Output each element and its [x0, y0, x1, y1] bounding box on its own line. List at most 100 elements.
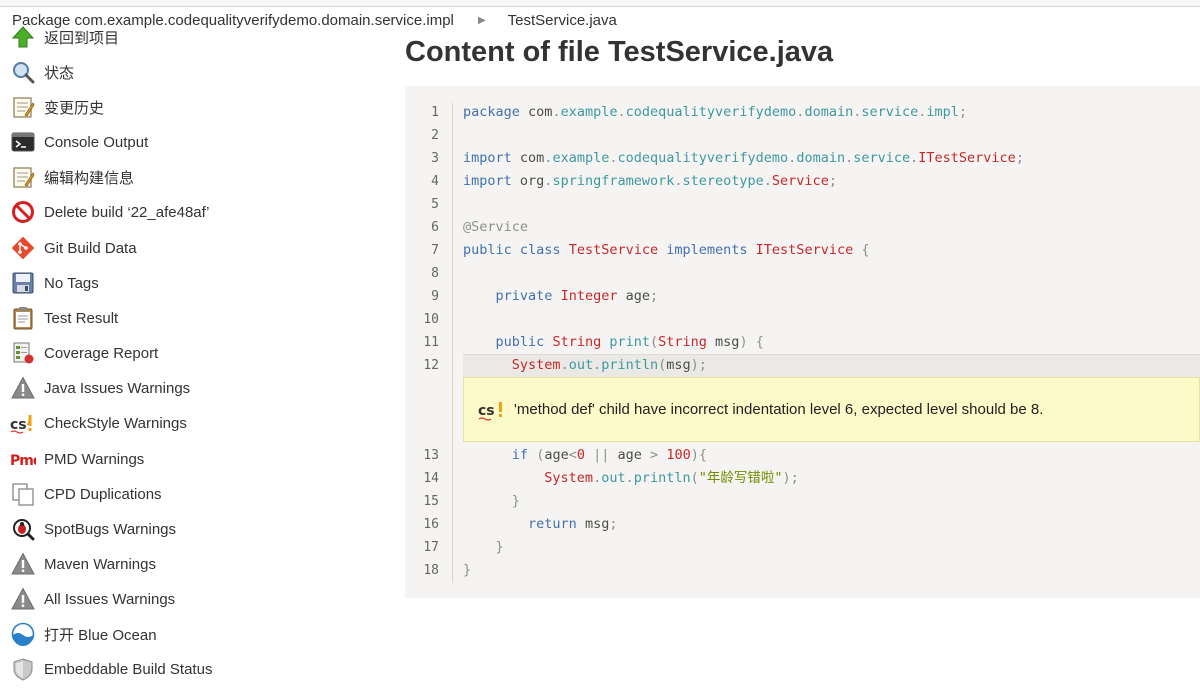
spotbugs-icon [10, 516, 36, 542]
sidebar-item-git-build-data[interactable]: Git Build Data [10, 233, 137, 263]
sidebar-item-pmd-warnings[interactable]: Pmd PMD Warnings [10, 444, 144, 474]
code-line: 10 [405, 308, 1200, 331]
shield-icon [10, 656, 36, 682]
sidebar-item-label: SpotBugs Warnings [44, 520, 177, 538]
sidebar-item-spotbugs-warnings[interactable]: SpotBugs Warnings [10, 514, 176, 544]
line-number: 9 [431, 289, 439, 304]
code-line: 3 import com.example.codequalityverifydem… [405, 147, 1200, 170]
sidebar-item-label: 打开 Blue Ocean [44, 626, 157, 644]
sidebar-item-label: Embeddable Build Status [44, 660, 213, 678]
line-number: 2 [431, 128, 439, 143]
code-line: 2 [405, 124, 1200, 147]
code-line: 7 public class TestService implements ITe… [405, 239, 1200, 262]
sidebar-item-label: Coverage Report [44, 344, 159, 362]
line-number: 6 [431, 220, 439, 235]
code-text: import org.springframework.stereotype.Se… [463, 173, 837, 189]
code-line: 14 System.out.println("年龄写错啦"); [405, 467, 1200, 490]
sidebar-item-embeddable-build-status[interactable]: Embeddable Build Status [10, 654, 212, 684]
up-arrow-icon [10, 24, 36, 50]
code-line: 18} [405, 559, 1200, 582]
code-text: public String print(String msg) { [495, 334, 764, 350]
code-line: 12 System.out.println(msg); [405, 354, 1200, 377]
sidebar-item-label: CPD Duplications [44, 485, 162, 503]
no-entry-icon [10, 199, 36, 225]
code-line: 1 package com.example.codequalityverifyde… [405, 101, 1200, 124]
page-title: Content of file TestService.java [405, 36, 834, 68]
sidebar-item-label: Delete build ‘22_afe48af’ [44, 203, 210, 221]
sidebar-item-test-result[interactable]: Test Result [10, 303, 118, 333]
line-number: 15 [423, 494, 439, 509]
code-line: 8 [405, 262, 1200, 285]
sidebar-item-java-issues-warnings[interactable]: Java Issues Warnings [10, 373, 190, 403]
code-text: @Service [463, 219, 529, 235]
line-number: 4 [431, 174, 439, 189]
sidebar-item-back-to-project[interactable]: 返回到项目 [10, 22, 119, 52]
breadcrumb-file[interactable]: TestService.java [508, 12, 617, 29]
line-number: 10 [423, 312, 439, 327]
warning-icon [10, 551, 36, 577]
sidebar-item-open-blue-ocean[interactable]: 打开 Blue Ocean [10, 619, 157, 649]
code-text: private Integer age; [495, 288, 659, 304]
sidebar-item-label: 变更历史 [44, 99, 105, 117]
pmd-icon: Pmd [10, 446, 36, 472]
code-text: System.out.println(msg); [511, 357, 707, 373]
sidebar-item-label: All Issues Warnings [44, 590, 176, 608]
sidebar-item-coverage-report[interactable]: Coverage Report [10, 338, 158, 368]
line-number: 16 [423, 517, 439, 532]
terminal-icon [10, 129, 36, 155]
sidebar-item-label: Test Result [44, 309, 119, 327]
code-text: public class TestService implements ITes… [463, 242, 870, 258]
coverage-icon [10, 340, 36, 366]
sidebar-item-label: Console Output [44, 133, 149, 151]
sidebar-item-changes[interactable]: 变更历史 [10, 92, 104, 122]
sidebar-item-label: 状态 [44, 64, 75, 82]
code-line: 11 public String print(String msg) { [405, 331, 1200, 354]
checkstyle-icon: cs [10, 410, 36, 436]
code-text: package com.example.codequalityverifydem… [463, 104, 968, 120]
line-number: 5 [431, 197, 439, 212]
sidebar-item-label: CheckStyle Warnings [44, 414, 187, 432]
code-text: } [495, 539, 504, 555]
line-number: 18 [423, 563, 439, 578]
svg-text:cs: cs [10, 417, 27, 433]
code-text: System.out.println("年龄写错啦"); [544, 470, 799, 486]
sidebar-item-label: Maven Warnings [44, 555, 156, 573]
clipboard-icon [10, 305, 36, 331]
svg-text:Pmd: Pmd [10, 453, 36, 469]
line-number: 3 [431, 151, 439, 166]
notepad-icon [10, 94, 36, 120]
code-text: } [511, 493, 520, 509]
sidebar-item-label: No Tags [44, 274, 99, 292]
sidebar-item-no-tags[interactable]: No Tags [10, 268, 99, 298]
sidebar-item-label: Java Issues Warnings [44, 379, 191, 397]
code-line: 6 @Service [405, 216, 1200, 239]
code-text: import com.example.codequalityverifydemo… [463, 150, 1024, 166]
line-number: 8 [431, 266, 439, 281]
blue-ocean-icon [10, 621, 36, 647]
line-number: 11 [423, 335, 439, 350]
sidebar-item-label: Git Build Data [44, 239, 137, 257]
sidebar-item-checkstyle-warnings[interactable]: cs CheckStyle Warnings [10, 408, 187, 438]
sidebar-item-status[interactable]: 状态 [10, 57, 74, 87]
sidebar-item-maven-warnings[interactable]: Maven Warnings [10, 549, 156, 579]
code-line: 15 } [405, 490, 1200, 513]
git-icon [10, 235, 36, 261]
svg-text:cs: cs [478, 403, 495, 419]
sidebar-item-delete-build[interactable]: Delete build ‘22_afe48af’ [10, 197, 209, 227]
top-bar [0, 0, 1200, 7]
duplicate-icon [10, 481, 36, 507]
sidebar-item-label: 编辑构建信息 [44, 169, 135, 187]
sidebar-item-console-output[interactable]: Console Output [10, 127, 148, 157]
line-number: 7 [431, 243, 439, 258]
search-icon [10, 59, 36, 85]
sidebar-item-label: PMD Warnings [44, 450, 145, 468]
sidebar-item-edit-build-info[interactable]: 编辑构建信息 [10, 162, 134, 192]
sidebar-item-all-issues-warnings[interactable]: All Issues Warnings [10, 584, 175, 614]
save-icon [10, 270, 36, 296]
breadcrumb-separator-icon: ▶ [478, 15, 486, 26]
checkstyle-icon: cs [478, 399, 508, 421]
sidebar-item-cpd-duplications[interactable]: CPD Duplications [10, 479, 162, 509]
code-line: 16 return msg; [405, 513, 1200, 536]
line-number: 14 [423, 471, 439, 486]
code-text: if (age<0 || age > 100){ [511, 447, 707, 463]
